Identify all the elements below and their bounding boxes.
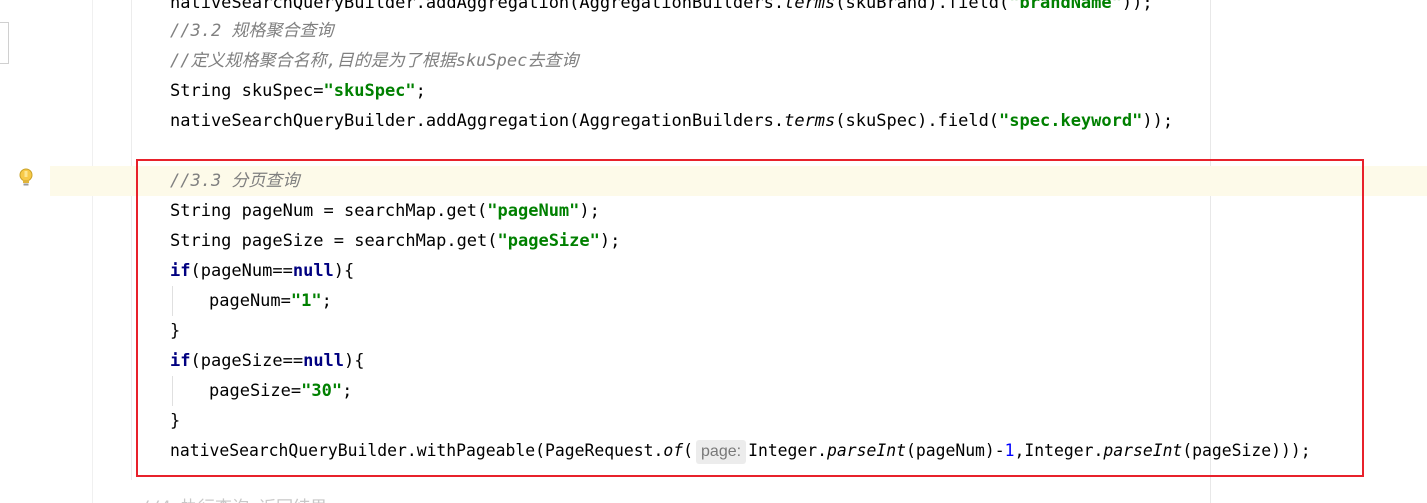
code-string: "skuSpec" [323, 81, 416, 101]
code-text: )); [1142, 111, 1174, 131]
code-string: "spec.keyword" [999, 111, 1143, 131]
code-method-static: terms [784, 0, 836, 13]
code-comment[interactable]: //定义规格聚合名称,目的是为了根据skuSpec去查询 [170, 46, 578, 76]
code-text: ; [415, 81, 426, 101]
fold-marker[interactable] [0, 22, 9, 64]
code-text: (skuSpec).field( [835, 111, 1000, 131]
code-string: "brandName" [1009, 0, 1122, 13]
code-editor[interactable]: nativeSearchQueryBuilder.addAggregation(… [0, 0, 1427, 503]
code-text: nativeSearchQueryBuilder.addAggregation(… [170, 0, 785, 13]
code-comment[interactable]: //3.2 规格聚合查询 [170, 16, 333, 46]
gutter-separator [92, 0, 93, 503]
code-text: (skuBrand).field( [835, 0, 1010, 13]
code-method-static: terms [784, 111, 836, 131]
code-text: nativeSearchQueryBuilder.addAggregation(… [170, 111, 785, 131]
gutter-fold-separator [131, 0, 132, 480]
highlight-box [136, 159, 1364, 477]
code-text: )); [1121, 0, 1153, 13]
code-comment: //4.执行查询,返回结果 [140, 493, 327, 503]
code-line[interactable]: String skuSpec="skuSpec"; [170, 76, 426, 106]
code-text: String skuSpec= [170, 81, 324, 101]
lightbulb-icon[interactable] [19, 168, 33, 188]
code-line[interactable]: nativeSearchQueryBuilder.addAggregation(… [170, 106, 1173, 136]
editor-gutter [0, 0, 50, 503]
